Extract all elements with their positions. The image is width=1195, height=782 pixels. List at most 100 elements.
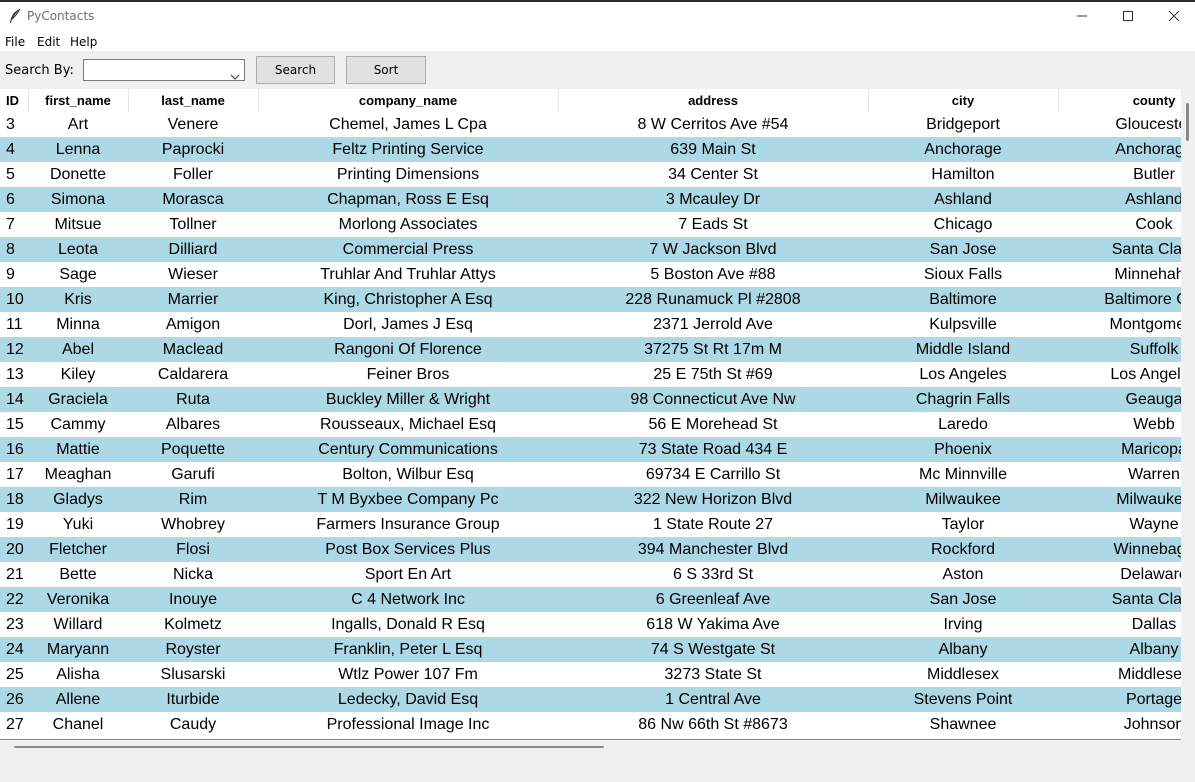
- table-row[interactable]: 11 Minna Amigon Dorl, James J Esq 2371 Jerro…: [0, 312, 1181, 337]
- close-button[interactable]: [1151, 0, 1195, 32]
- table-row[interactable]: 17 Meaghan Garufi Bolton, Wilbur Esq 69734 E…: [0, 462, 1181, 487]
- cell-county: Geauga: [1058, 387, 1181, 412]
- cell-address: 322 New Horizon Blvd: [558, 487, 868, 512]
- search-by-combobox[interactable]: [83, 59, 245, 81]
- table-row[interactable]: 8 Leota Dilliard Commercial Press 7 W Jackso…: [0, 237, 1181, 262]
- table-row[interactable]: 14 Graciela Ruta Buckley Miller & Wright 98 …: [0, 387, 1181, 412]
- cell-id: 9: [0, 262, 28, 287]
- cell-city: Taylor: [868, 512, 1058, 537]
- cell-first-name: Willard: [28, 612, 128, 637]
- cell-address: 69734 E Carrillo St: [558, 462, 868, 487]
- cell-id: 21: [0, 562, 28, 587]
- table-row[interactable]: 23 Willard Kolmetz Ingalls, Donald R Esq 618…: [0, 612, 1181, 637]
- cell-address: 6 S 33rd St: [558, 562, 868, 587]
- table-row[interactable]: 10 Kris Marrier King, Christopher A Esq 228 …: [0, 287, 1181, 312]
- cell-city: Sioux Falls: [868, 262, 1058, 287]
- cell-city: Anchorage: [868, 137, 1058, 162]
- table-row[interactable]: 5 Donette Foller Printing Dimensions 34 Cent…: [0, 162, 1181, 187]
- cell-company-name: Printing Dimensions: [258, 162, 558, 187]
- table-row[interactable]: 25 Alisha Slusarski Wtlz Power 107 Fm 3273 S…: [0, 662, 1181, 687]
- table-row[interactable]: 7 Mitsue Tollner Morlong Associates 7 Eads S…: [0, 212, 1181, 237]
- table-row[interactable]: 13 Kiley Caldarera Feiner Bros 25 E 75th St …: [0, 362, 1181, 387]
- table-row[interactable]: 6 Simona Morasca Chapman, Ross E Esq 3 Mcaul…: [0, 187, 1181, 212]
- vertical-scrollbar-thumb[interactable]: [1186, 103, 1189, 141]
- cell-first-name: Fletcher: [28, 537, 128, 562]
- menu-help[interactable]: Help: [70, 35, 97, 49]
- cell-county: Milwaukee: [1058, 487, 1181, 512]
- column-header-city[interactable]: city: [868, 89, 1059, 112]
- table-row[interactable]: 3 Art Venere Chemel, James L Cpa 8 W Cerrito…: [0, 112, 1181, 137]
- cell-city: Mc Minnville: [868, 462, 1058, 487]
- table-row[interactable]: 16 Mattie Poquette Century Communications 73…: [0, 437, 1181, 462]
- maximize-button[interactable]: [1105, 0, 1151, 32]
- cell-id: 3: [0, 112, 28, 137]
- column-header-first-name[interactable]: first_name: [28, 89, 129, 112]
- cell-company-name: Chemel, James L Cpa: [258, 112, 558, 137]
- cell-company-name: Bolton, Wilbur Esq: [258, 462, 558, 487]
- cell-last-name: Garufi: [128, 462, 258, 487]
- table-row[interactable]: 24 Maryann Royster Franklin, Peter L Esq 74 …: [0, 637, 1181, 662]
- cell-id: 26: [0, 687, 28, 712]
- minimize-button[interactable]: [1059, 0, 1105, 32]
- column-header-id[interactable]: ID: [0, 89, 29, 112]
- cell-id: 5: [0, 162, 28, 187]
- cell-county: Delaware: [1058, 562, 1181, 587]
- cell-first-name: Sage: [28, 262, 128, 287]
- cell-company-name: King, Christopher A Esq: [258, 287, 558, 312]
- table-row[interactable]: 15 Cammy Albares Rousseaux, Michael Esq 56 E…: [0, 412, 1181, 437]
- cell-company-name: Franklin, Peter L Esq: [258, 637, 558, 662]
- cell-last-name: Morasca: [128, 187, 258, 212]
- sort-button[interactable]: Sort: [346, 56, 426, 84]
- cell-first-name: Alisha: [28, 662, 128, 687]
- vertical-scrollbar[interactable]: [1181, 89, 1195, 739]
- table-row[interactable]: 12 Abel Maclead Rangoni Of Florence 37275 St…: [0, 337, 1181, 362]
- cell-id: 16: [0, 437, 28, 462]
- table-row[interactable]: 26 Allene Iturbide Ledecky, David Esq 1 Cent…: [0, 687, 1181, 712]
- cell-id: 8: [0, 237, 28, 262]
- cell-address: 86 Nw 66th St #8673: [558, 712, 868, 737]
- toolbar: Search By: Search Sort: [0, 51, 1195, 89]
- search-by-label: Search By:: [5, 63, 74, 78]
- cell-county: Albany: [1058, 637, 1181, 662]
- cell-city: Aston: [868, 562, 1058, 587]
- table-row[interactable]: 9 Sage Wieser Truhlar And Truhlar Attys 5 Bo…: [0, 262, 1181, 287]
- cell-first-name: Kiley: [28, 362, 128, 387]
- menu-file[interactable]: File: [5, 35, 25, 49]
- cell-company-name: Post Box Services Plus: [258, 537, 558, 562]
- cell-company-name: Ledecky, David Esq: [258, 687, 558, 712]
- column-header-last-name[interactable]: last_name: [128, 89, 259, 112]
- chevron-down-icon[interactable]: [230, 66, 240, 85]
- cell-id: 25: [0, 662, 28, 687]
- cell-last-name: Amigon: [128, 312, 258, 337]
- column-header-address[interactable]: address: [558, 89, 869, 112]
- table-row[interactable]: 20 Fletcher Flosi Post Box Services Plus 394…: [0, 537, 1181, 562]
- cell-city: Rockford: [868, 537, 1058, 562]
- menu-edit[interactable]: Edit: [37, 35, 60, 49]
- cell-company-name: T M Byxbee Company Pc: [258, 487, 558, 512]
- cell-id: 20: [0, 537, 28, 562]
- cell-city: Albany: [868, 637, 1058, 662]
- cell-city: Shawnee: [868, 712, 1058, 737]
- contacts-table[interactable]: ID first_name last_name company_name add…: [0, 89, 1181, 740]
- cell-last-name: Poquette: [128, 437, 258, 462]
- cell-company-name: Morlong Associates: [258, 212, 558, 237]
- table-row[interactable]: 18 Gladys Rim T M Byxbee Company Pc 322 New …: [0, 487, 1181, 512]
- table-row[interactable]: 21 Bette Nicka Sport En Art 6 S 33rd St Aston…: [0, 562, 1181, 587]
- table-row[interactable]: 22 Veronika Inouye C 4 Network Inc 6 Greenle…: [0, 587, 1181, 612]
- search-button[interactable]: Search: [256, 56, 335, 84]
- cell-company-name: Commercial Press: [258, 237, 558, 262]
- cell-address: 1 Central Ave: [558, 687, 868, 712]
- cell-company-name: Dorl, James J Esq: [258, 312, 558, 337]
- cell-last-name: Inouye: [128, 587, 258, 612]
- cell-address: 618 W Yakima Ave: [558, 612, 868, 637]
- table-row[interactable]: 4 Lenna Paprocki Feltz Printing Service 639 …: [0, 137, 1181, 162]
- table-row[interactable]: 27 Chanel Caudy Professional Image Inc 86 Nw…: [0, 712, 1181, 737]
- horizontal-scrollbar-thumb[interactable]: [14, 746, 604, 748]
- column-header-county[interactable]: county: [1058, 89, 1181, 112]
- cell-county: Santa Clara: [1058, 587, 1181, 612]
- column-header-company-name[interactable]: company_name: [258, 89, 559, 112]
- horizontal-scrollbar[interactable]: [0, 740, 1181, 754]
- cell-last-name: Flosi: [128, 537, 258, 562]
- table-row[interactable]: 19 Yuki Whobrey Farmers Insurance Group 1 St…: [0, 512, 1181, 537]
- cell-id: 22: [0, 587, 28, 612]
